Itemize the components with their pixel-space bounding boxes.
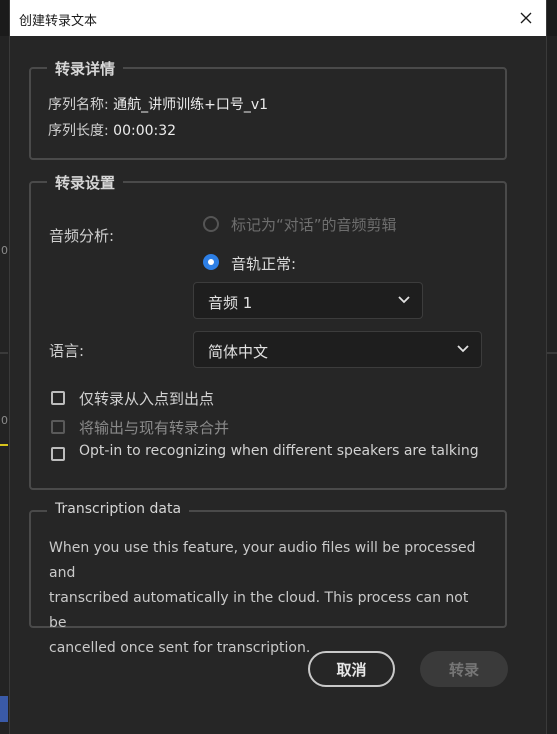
checkbox-speaker-label: Opt-in to recognizing when different spe… [79, 443, 479, 459]
details-legend: 转录详情 [47, 58, 124, 79]
language-label: 语言: [49, 342, 85, 360]
background-mark: 0 [1, 244, 8, 257]
close-button[interactable] [514, 6, 538, 30]
checkbox-merge-label: 将输出与现有转录合并 [79, 419, 230, 437]
close-icon [520, 12, 532, 24]
sequence-length-label: 序列长度: [48, 123, 109, 139]
dialog-title: 创建转录文本 [19, 14, 98, 29]
chevron-down-icon [457, 345, 469, 353]
details-group: 转录详情 序列名称: 通航_讲师训练+口号_v1 序列长度: 00:00:32 [29, 58, 507, 160]
cancel-button[interactable]: 取消 [308, 651, 395, 687]
radio-dialogue-label: 标记为“对话”的音频剪辑 [231, 216, 397, 234]
language-select[interactable]: 简体中文 [193, 331, 482, 368]
radio-audio-track-label: 音轨正常: [231, 255, 297, 273]
sequence-length-value: 00:00:32 [113, 123, 177, 139]
title-bar: 创建转录文本 [10, 0, 546, 36]
transcribe-button[interactable]: 转录 [420, 651, 508, 687]
sequence-name-row: 序列名称: 通航_讲师训练+口号_v1 [48, 94, 268, 114]
sequence-length-row: 序列长度: 00:00:32 [48, 120, 176, 140]
background-app-right [547, 36, 557, 734]
background-playhead [0, 444, 8, 446]
background-app-left [0, 36, 9, 734]
background-divider [0, 352, 8, 354]
audio-track-select[interactable]: 音频 1 [193, 282, 423, 319]
background-divider [547, 352, 557, 354]
background-clip [0, 696, 8, 722]
transcription-description: When you use this feature, your audio fi… [49, 536, 489, 661]
settings-group: 转录设置 音频分析: 标记为“对话”的音频剪辑 音轨正常: 音频 1 语言: 简… [29, 172, 507, 490]
radio-dialogue-clips[interactable] [203, 216, 219, 232]
checkbox-in-out-label: 仅转录从入点到出点 [79, 390, 215, 408]
checkbox-speaker-recognition[interactable] [51, 447, 65, 461]
sequence-name-label: 序列名称: [48, 97, 109, 113]
chevron-down-icon [398, 296, 410, 304]
settings-legend: 转录设置 [47, 172, 124, 193]
description-line: transcribed automatically in the cloud. … [49, 590, 469, 631]
background-mark: 0 [1, 414, 8, 427]
audio-track-select-value: 音频 1 [208, 294, 253, 312]
checkbox-in-out-only[interactable] [51, 391, 65, 405]
sequence-name-value: 通航_讲师训练+口号_v1 [113, 97, 269, 113]
radio-audio-track[interactable] [203, 254, 219, 270]
create-transcript-dialog: 创建转录文本 转录详情 序列名称: 通航_讲师训练+口号_v1 序列长度: 00… [9, 0, 547, 734]
audio-analysis-label: 音频分析: [49, 227, 115, 245]
checkbox-merge-output[interactable] [51, 420, 65, 434]
transcription-data-group: Transcription data When you use this fea… [29, 501, 507, 656]
language-select-value: 简体中文 [208, 343, 269, 361]
description-line: When you use this feature, your audio fi… [49, 540, 476, 581]
transcription-data-legend: Transcription data [47, 501, 190, 517]
